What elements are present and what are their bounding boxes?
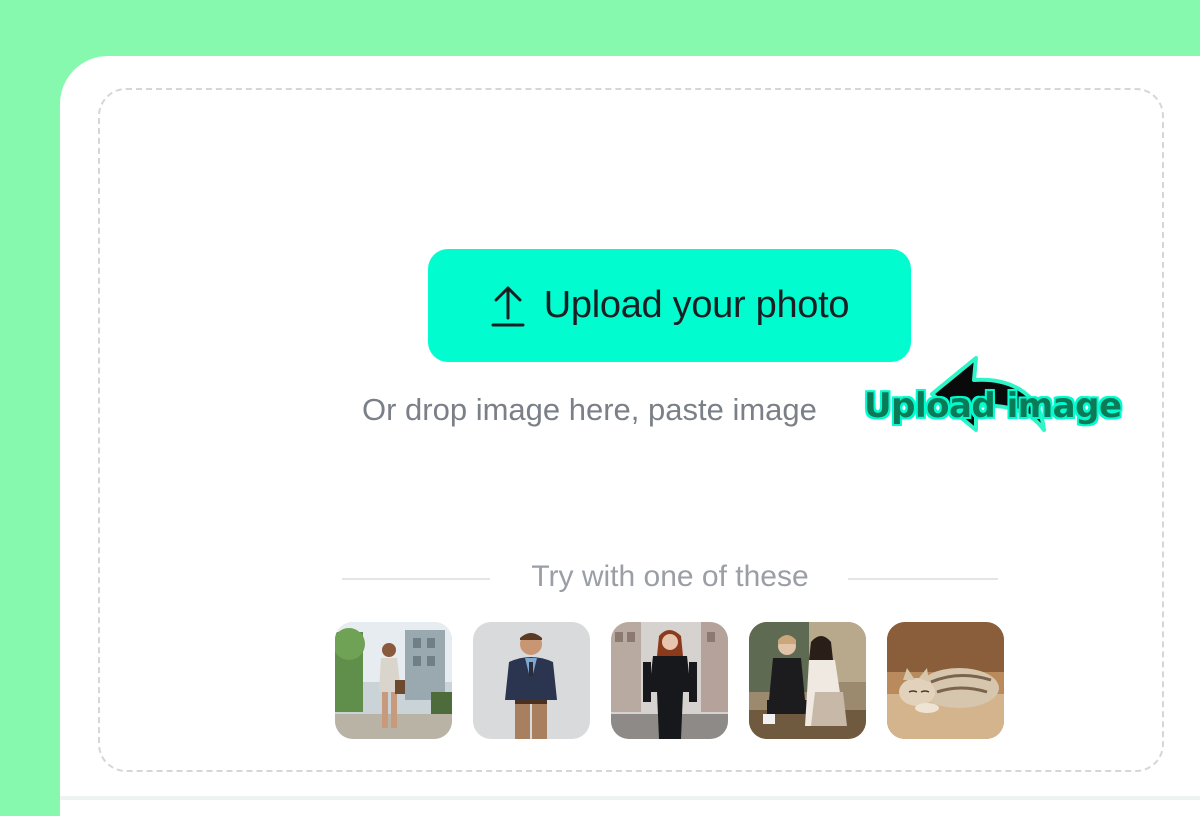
samples-divider: Try with one of these: [342, 560, 998, 598]
bottom-strip: [60, 796, 1200, 800]
divider-line-right: [848, 578, 998, 580]
upload-card: Upload your photo Or drop image here, pa…: [60, 56, 1200, 816]
sample-couple-sitting[interactable]: [749, 622, 866, 739]
drop-hint-text: Or drop image here, paste image: [362, 392, 817, 427]
sample-images-list: [335, 622, 1004, 739]
image-drop-zone[interactable]: Upload your photo Or drop image here, pa…: [98, 88, 1164, 772]
upload-button-label: Upload your photo: [543, 284, 850, 326]
sample-sleeping-cat[interactable]: [887, 622, 1004, 739]
upload-arrow-icon: [490, 284, 526, 328]
samples-heading: Try with one of these: [531, 560, 809, 593]
upload-image-annotation: Upload image: [863, 385, 1122, 427]
sample-woman-in-black-suit[interactable]: [611, 622, 728, 739]
sample-man-in-blazer[interactable]: [473, 622, 590, 739]
sample-woman-walking-street[interactable]: [335, 622, 452, 739]
upload-photo-button[interactable]: Upload your photo: [428, 249, 911, 362]
